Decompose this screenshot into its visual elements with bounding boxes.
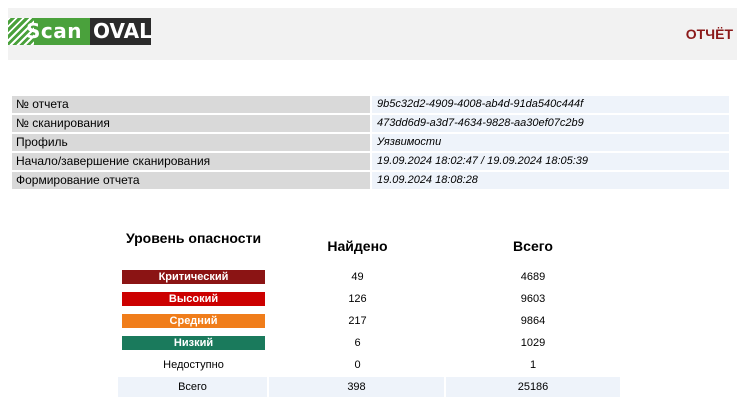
found-count: 6	[354, 337, 361, 349]
logo-scan-block: Scan	[8, 18, 90, 45]
found-count: 217	[348, 315, 367, 327]
totals-found: 398	[269, 377, 444, 397]
summary-row-critical: Критический 49 4689	[118, 266, 620, 288]
meta-value: 19.09.2024 18:08:28	[372, 172, 729, 189]
severity-summary-table: Уровень опасности Найдено Всего Критичес…	[118, 228, 620, 397]
found-count: 126	[348, 293, 367, 305]
meta-label: № сканирования	[12, 115, 370, 132]
found-count: 49	[351, 271, 364, 283]
meta-label: Формирование отчета	[12, 172, 370, 189]
severity-badge-low: Низкий	[122, 336, 265, 350]
meta-value: Уязвимости	[372, 134, 729, 151]
report-title: ОТЧЁТ	[685, 26, 733, 42]
header-found: Найдено	[327, 238, 388, 254]
summary-row-unavailable: Недоступно 0 1	[118, 354, 620, 376]
header-severity-level: Уровень опасности	[125, 230, 262, 246]
header-total: Всего	[513, 238, 553, 254]
summary-header-row: Уровень опасности Найдено Всего	[118, 228, 620, 266]
severity-badge-medium: Средний	[122, 314, 265, 328]
meta-label: № отчета	[12, 96, 370, 113]
logo-scan-text: Scan	[26, 19, 82, 43]
total-count: 1	[529, 359, 537, 371]
report-header: Scan OVAL ОТЧЁТ	[8, 8, 737, 60]
summary-row-high: Высокий 126 9603	[118, 288, 620, 310]
meta-row-scan-time: Начало/завершение сканирования 19.09.202…	[12, 153, 729, 170]
report-metadata-table: № отчета 9b5c32d2-4909-4008-ab4d-91da540…	[12, 96, 729, 191]
meta-row-report-time: Формирование отчета 19.09.2024 18:08:28	[12, 172, 729, 189]
summary-totals-row: Всего 398 25186	[118, 377, 620, 397]
total-count: 9603	[520, 293, 546, 305]
severity-badge-critical: Критический	[122, 270, 265, 284]
total-count: 4689	[520, 271, 546, 283]
logo-oval-text: OVAL	[90, 18, 152, 45]
severity-badge-high: Высокий	[122, 292, 265, 306]
meta-row-report-id: № отчета 9b5c32d2-4909-4008-ab4d-91da540…	[12, 96, 729, 113]
summary-row-low: Низкий 6 1029	[118, 332, 620, 354]
summary-row-medium: Средний 217 9864	[118, 310, 620, 332]
total-count: 1029	[520, 337, 546, 349]
meta-value: 9b5c32d2-4909-4008-ab4d-91da540c444f	[372, 96, 729, 113]
severity-label-unavailable: Недоступно	[163, 359, 224, 371]
meta-label: Профиль	[12, 134, 370, 151]
totals-label: Всего	[118, 377, 267, 397]
totals-total: 25186	[446, 377, 620, 397]
meta-label: Начало/завершение сканирования	[12, 153, 370, 170]
total-count: 9864	[520, 315, 546, 327]
found-count: 0	[354, 359, 361, 371]
meta-value: 473dd6d9-a3d7-4634-9828-aa30ef07c2b9	[372, 115, 729, 132]
meta-row-scan-id: № сканирования 473dd6d9-a3d7-4634-9828-a…	[12, 115, 729, 132]
meta-row-profile: Профиль Уязвимости	[12, 134, 729, 151]
scanoval-logo: Scan OVAL	[8, 18, 152, 45]
meta-value: 19.09.2024 18:02:47 / 19.09.2024 18:05:3…	[372, 153, 729, 170]
